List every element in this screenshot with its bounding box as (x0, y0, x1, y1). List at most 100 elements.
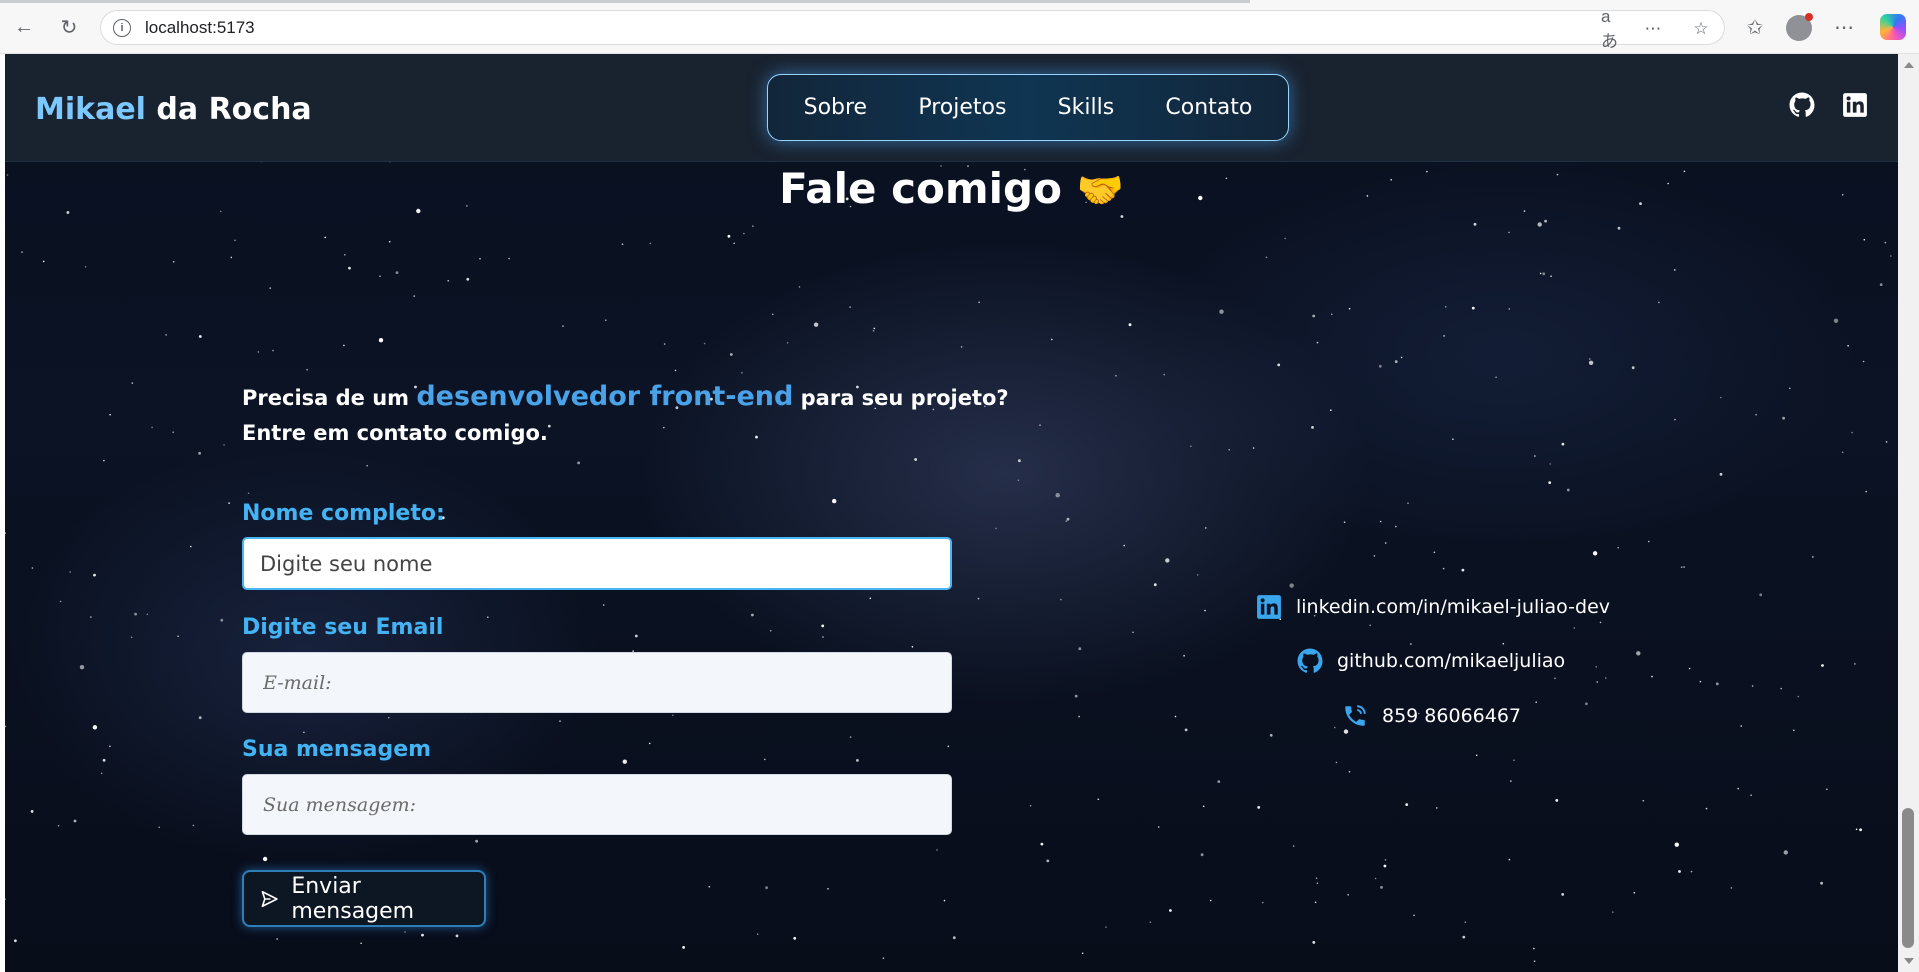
star (1284, 237, 1286, 240)
star (1674, 269, 1676, 271)
star (1443, 335, 1445, 337)
star (821, 624, 825, 628)
star (223, 444, 225, 446)
star (1561, 893, 1565, 896)
phone-link[interactable]: 859 86066467 (1342, 703, 1521, 729)
star (1658, 301, 1660, 304)
star (404, 931, 406, 933)
star (1060, 598, 1062, 601)
copilot-icon[interactable] (1880, 14, 1906, 40)
star (1863, 238, 1866, 241)
star (1859, 828, 1862, 832)
message-label: Sua mensagem (242, 737, 432, 762)
star (158, 826, 160, 829)
star (1535, 701, 1537, 703)
star (1029, 804, 1032, 807)
star (366, 464, 369, 467)
brand-logo[interactable]: Mikael da Rocha (35, 92, 312, 127)
star (455, 934, 459, 938)
scroll-up-icon[interactable] (1904, 62, 1914, 68)
site-info-icon[interactable]: i (113, 18, 131, 37)
star (93, 573, 96, 577)
star (1782, 416, 1785, 420)
star (276, 938, 278, 940)
star (605, 319, 607, 322)
name-input[interactable] (242, 537, 952, 590)
github-icon[interactable] (1789, 92, 1815, 118)
star (1394, 360, 1398, 363)
star (1105, 926, 1107, 928)
star (1471, 306, 1475, 310)
star (1128, 323, 1132, 327)
url-text[interactable]: localhost:5173 (145, 18, 255, 38)
star (1674, 842, 1680, 847)
star (1400, 356, 1403, 359)
star (1174, 715, 1177, 718)
notification-dot (1805, 13, 1813, 21)
back-icon[interactable]: ← (10, 13, 38, 41)
star (1462, 935, 1466, 939)
star (1688, 667, 1691, 670)
star (1289, 583, 1294, 588)
star (421, 933, 424, 937)
linkedin-icon[interactable] (1842, 92, 1868, 118)
star (257, 351, 260, 353)
nav-contato[interactable]: Contato (1165, 95, 1252, 120)
star (559, 720, 561, 722)
menu-dots-icon[interactable]: ⋯ (1830, 13, 1858, 41)
star (109, 413, 111, 416)
submit-button[interactable]: Enviar mensagem (242, 870, 486, 927)
star (1163, 373, 1165, 376)
star (1841, 451, 1844, 454)
github-link[interactable]: github.com/mikaeljuliao (1297, 648, 1565, 674)
star (1561, 442, 1565, 446)
star (1115, 375, 1117, 377)
star (1737, 787, 1739, 790)
star (1395, 525, 1397, 528)
star (1513, 759, 1515, 761)
star (487, 616, 489, 618)
star (622, 759, 627, 764)
star (1812, 556, 1814, 558)
star (262, 856, 268, 862)
star (1589, 358, 1591, 360)
star (1209, 899, 1212, 902)
star (1780, 687, 1782, 690)
translate-icon[interactable]: aあ (1601, 7, 1625, 51)
star (1065, 520, 1068, 522)
star (1851, 431, 1853, 434)
star (1461, 568, 1465, 572)
star (733, 242, 735, 245)
nav-sobre[interactable]: Sobre (804, 95, 868, 120)
handshake-emoji: 🤝 (1076, 168, 1124, 212)
star (602, 604, 605, 606)
star (1334, 726, 1336, 729)
linkedin-link[interactable]: linkedin.com/in/mikael-juliao-dev (1256, 594, 1610, 620)
address-bar[interactable]: i localhost:5173 aあ ⋯ ☆ (100, 7, 1725, 51)
nav-skills[interactable]: Skills (1058, 95, 1115, 120)
star (960, 346, 963, 348)
star (92, 725, 98, 730)
star (827, 888, 829, 890)
star (475, 839, 478, 843)
star (1132, 631, 1134, 634)
favorite-star-icon[interactable]: ☆ (1689, 17, 1713, 41)
linkedin-text: linkedin.com/in/mikael-juliao-dev (1296, 596, 1611, 618)
name-label: Nome completo: (242, 501, 445, 526)
message-input[interactable] (242, 774, 952, 835)
nav-projetos[interactable]: Projetos (918, 95, 1006, 120)
title-text: Fale comigo (779, 164, 1062, 213)
star (1452, 438, 1454, 441)
star (1789, 387, 1791, 390)
favorites-icon[interactable]: ✩ (1741, 13, 1769, 41)
scrollbar-thumb[interactable] (1902, 808, 1914, 948)
star (1205, 527, 1207, 529)
star (1642, 799, 1645, 802)
email-input[interactable] (242, 652, 952, 713)
star (69, 571, 71, 573)
more-options-circle-icon[interactable]: ⋯ (1641, 17, 1665, 41)
reload-icon[interactable]: ↻ (55, 13, 83, 41)
star (1674, 418, 1676, 421)
github-text: github.com/mikaeljuliao (1337, 650, 1566, 672)
scroll-down-icon[interactable] (1904, 958, 1914, 964)
